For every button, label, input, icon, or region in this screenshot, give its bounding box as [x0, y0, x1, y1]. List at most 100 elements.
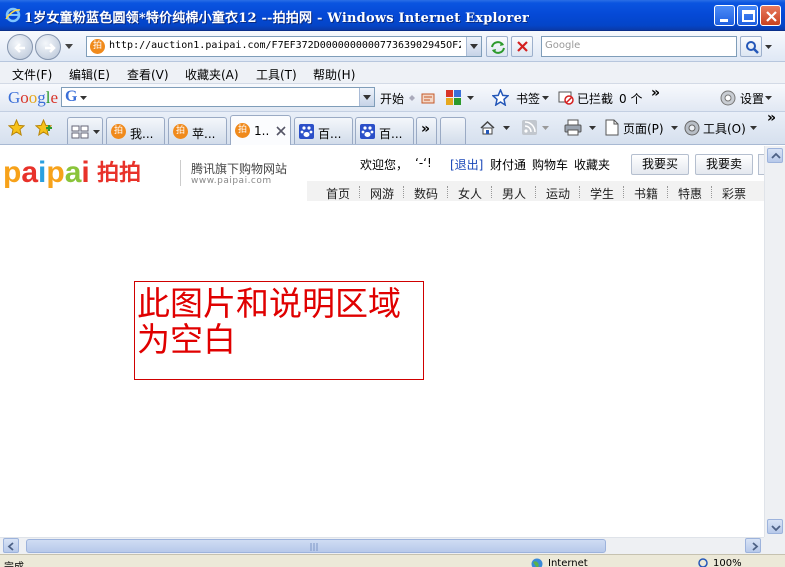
new-tab-button[interactable]	[440, 117, 466, 144]
google-apps-icon[interactable]	[445, 89, 463, 107]
close-tab-icon[interactable]	[276, 126, 286, 136]
command-bar-more-button[interactable]: »	[767, 110, 776, 126]
logout-link[interactable]: [退出]	[450, 156, 483, 173]
google-toolbar-more-button[interactable]: »	[651, 85, 660, 101]
chevron-down-icon[interactable]	[765, 96, 772, 101]
grip-icon	[310, 543, 318, 551]
chevron-down-icon[interactable]	[589, 126, 596, 131]
zoom-level[interactable]: 100%	[713, 558, 742, 567]
nav-item-students[interactable]: 学生	[590, 185, 614, 202]
menu-edit[interactable]: 编辑(E)	[69, 66, 110, 83]
vertical-scrollbar[interactable]	[764, 146, 785, 537]
nav-item-digital[interactable]: 数码	[414, 185, 438, 202]
feeds-icon[interactable]	[522, 120, 537, 135]
nav-item-books[interactable]: 书籍	[634, 185, 658, 202]
google-search-dropdown[interactable]	[359, 88, 374, 106]
nav-item-women[interactable]: 女人	[458, 185, 482, 202]
address-url[interactable]: http://auction1.paipai.com/F7EF372D00000…	[109, 40, 461, 51]
bookmark-star-icon[interactable]	[492, 89, 509, 106]
news-icon[interactable]	[420, 90, 436, 106]
nav-item-sports[interactable]: 运动	[546, 185, 570, 202]
scroll-down-button[interactable]	[767, 519, 783, 534]
username[interactable]: ‘-‘!	[415, 156, 432, 170]
tab-list-button[interactable]: »	[416, 117, 437, 144]
bookmarks-button[interactable]: 书签	[516, 90, 540, 107]
search-options-dropdown-icon[interactable]	[765, 45, 772, 50]
menu-view[interactable]: 查看(V)	[127, 66, 169, 83]
favorites-link[interactable]: 收藏夹	[574, 156, 610, 173]
nav-separator	[579, 186, 580, 198]
page-menu-button[interactable]: 页面(P)	[623, 120, 664, 137]
history-dropdown-icon[interactable]	[65, 44, 73, 50]
nav-separator	[491, 186, 492, 198]
chevron-down-icon	[470, 44, 478, 49]
chevron-down-icon[interactable]	[467, 96, 474, 101]
welcome-text: 欢迎您，	[360, 158, 409, 172]
menu-help[interactable]: 帮助(H)	[313, 66, 355, 83]
logo-divider	[180, 160, 181, 186]
refresh-button[interactable]	[486, 36, 508, 57]
minimize-button[interactable]	[714, 5, 735, 26]
nav-item-home[interactable]: 首页	[326, 185, 350, 202]
tab-1[interactable]: 拍 我...	[106, 117, 165, 144]
nav-item-lottery[interactable]: 彩票	[722, 185, 746, 202]
stop-button[interactable]	[511, 36, 533, 57]
settings-button[interactable]: 设置	[740, 90, 764, 107]
stop-icon	[517, 41, 528, 52]
close-button[interactable]	[760, 5, 781, 26]
home-icon[interactable]	[479, 119, 496, 136]
tab-5[interactable]: 百...	[355, 117, 414, 144]
google-start-button[interactable]: 开始	[380, 90, 404, 107]
chevron-down-icon[interactable]	[542, 96, 549, 101]
address-row: 拍 http://auction1.paipai.com/F7EF372D000…	[0, 31, 785, 62]
menu-favorites[interactable]: 收藏夹(A)	[185, 66, 239, 83]
nav-item-men[interactable]: 男人	[502, 185, 526, 202]
cart-link[interactable]: 购物车	[532, 156, 568, 173]
address-dropdown-button[interactable]	[466, 37, 481, 56]
favorites-star-icon[interactable]	[8, 119, 25, 136]
chevron-down-icon[interactable]	[542, 126, 549, 131]
chevron-down-icon	[93, 130, 100, 134]
nav-separator	[623, 186, 624, 198]
tab-4[interactable]: 百...	[294, 117, 353, 144]
tab-3-active[interactable]: 拍 1..	[230, 115, 291, 145]
tools-gear-icon[interactable]	[683, 119, 701, 137]
menu-file[interactable]: 文件(F)	[12, 66, 52, 83]
back-button[interactable]	[7, 34, 33, 60]
maximize-button[interactable]	[737, 5, 758, 26]
tenpay-link[interactable]: 财付通	[490, 156, 526, 173]
add-favorite-icon[interactable]	[35, 119, 52, 136]
chevron-down-icon[interactable]	[503, 126, 510, 131]
search-input[interactable]: Google	[541, 36, 737, 57]
tab-2[interactable]: 拍 苹...	[168, 117, 227, 144]
scroll-up-button[interactable]	[767, 148, 783, 163]
scroll-right-button[interactable]	[745, 538, 761, 553]
search-button[interactable]	[740, 36, 762, 57]
chevron-left-icon	[7, 542, 14, 551]
address-bar[interactable]: 拍 http://auction1.paipai.com/F7EF372D000…	[86, 36, 482, 57]
scroll-left-button[interactable]	[3, 538, 19, 553]
google-g-dropdown-icon[interactable]	[80, 96, 87, 101]
google-search-input[interactable]: G	[61, 87, 375, 107]
paipai-logo[interactable]: paipai 拍拍	[3, 158, 141, 188]
settings-gear-icon[interactable]	[720, 90, 736, 106]
nav-item-games[interactable]: 网游	[370, 185, 394, 202]
horizontal-scrollbar[interactable]	[0, 537, 764, 554]
quick-tabs-button[interactable]	[67, 117, 103, 144]
chevron-down-icon[interactable]	[750, 126, 757, 131]
menu-tools[interactable]: 工具(T)	[256, 66, 297, 83]
tools-menu-button[interactable]: 工具(O)	[703, 120, 746, 137]
nav-item-deals[interactable]: 特惠	[678, 185, 702, 202]
security-zone[interactable]: Internet	[548, 558, 588, 567]
google-logo[interactable]: Google	[8, 88, 58, 108]
page-icon[interactable]	[604, 119, 620, 136]
buy-button[interactable]: 我要买	[631, 154, 689, 175]
horizontal-scroll-thumb[interactable]	[26, 539, 606, 553]
popup-blocker-icon[interactable]	[557, 89, 574, 106]
chevron-down-icon[interactable]	[671, 126, 678, 131]
sell-button[interactable]: 我要卖	[695, 154, 753, 175]
forward-button[interactable]	[35, 34, 61, 60]
print-icon[interactable]	[564, 119, 582, 136]
nav-separator	[711, 186, 712, 198]
zoom-icon[interactable]	[698, 558, 710, 567]
